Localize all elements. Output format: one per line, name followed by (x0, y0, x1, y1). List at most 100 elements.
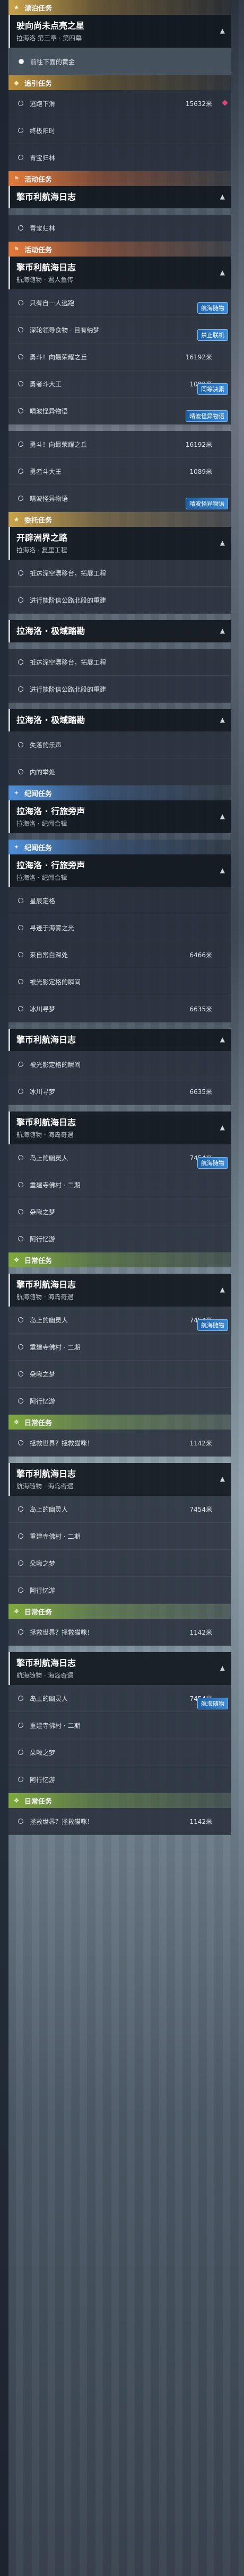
quest-header[interactable]: 驶向尚未点亮之星 拉海洛 第三章 · 第四幕 ▲ (8, 15, 231, 48)
objective-row[interactable]: 冰川寻梦 6635米 (8, 995, 231, 1022)
objective-row[interactable]: 重建寺佛村 · 二期 (8, 1334, 231, 1361)
objective-row[interactable]: 来自常白深处 6466米 (8, 941, 231, 968)
quest-header[interactable]: 擎币利航海日志 航海随物 · 海岛奇遇 ▲ (8, 1463, 231, 1496)
quest-header[interactable]: 擎币利航海日志 航海随物 · 海岛奇遇 ▲ (8, 1111, 231, 1144)
book-icon: ✦ (13, 843, 20, 851)
event-badge: 晴波怪异物语 (186, 410, 228, 422)
objective-row[interactable]: 岛上的幽灵人 7454米 (8, 1496, 231, 1523)
objective-row[interactable]: 前往下面的黄金 (8, 48, 231, 75)
objective-row[interactable]: 勇斗！向最荣耀之丘 16192米 (8, 343, 231, 370)
objective-row[interactable]: 逃跑下滑 15632米 (8, 90, 231, 117)
category-label: 日常任务 (24, 1419, 53, 1427)
objective-row[interactable]: 终极阳时 (8, 117, 231, 144)
objective-row[interactable]: 进行能阶信公路北段的重建 (8, 587, 231, 614)
objective-row[interactable]: 只有自一人逃跑 航海随物 (8, 289, 231, 316)
quest-header[interactable]: 拉海洛 · 极域踏勘 ▲ (8, 620, 231, 642)
category-header: ✦ 纪闻任务 (8, 786, 231, 800)
quest-header[interactable]: 擎币利航海日志 航海随物 · 海岛奇遇 ▲ (8, 1652, 231, 1685)
objective-label: 拯救世界？拯救猫咪！ (30, 1439, 94, 1447)
quest-title: 擎币利航海日志 (16, 1280, 76, 1290)
objective-row[interactable]: 岛上的幽灵人7454米航海随物 (8, 1144, 231, 1171)
objective-row[interactable]: 星辰定格 (8, 887, 231, 914)
radio-dot-icon (18, 442, 23, 447)
radio-dot-icon (18, 300, 23, 305)
leaf-icon: ❖ (13, 1608, 20, 1615)
objective-row[interactable]: 勇者斗大王 1089米 (8, 458, 231, 485)
radio-dot-icon (19, 59, 24, 64)
objective-label: 青宝归林 (30, 154, 56, 162)
radio-dot-icon (18, 1777, 23, 1782)
objective-row[interactable]: 青宝归林 (8, 215, 231, 242)
objective-label: 岛上的幽灵人 (30, 1695, 68, 1702)
radio-dot-icon (18, 1062, 23, 1067)
leaf-icon: ❖ (13, 1418, 20, 1426)
objective-row[interactable]: 深轮领导食物 · 目有纳梦 禁止联机 (8, 316, 231, 343)
objective-label: 岛上的幽灵人 (30, 1154, 68, 1162)
objective-row[interactable]: 抵达深空漂移台，拓展工程 (8, 560, 231, 587)
category-label: 日常任务 (24, 1797, 53, 1806)
objective-row[interactable]: 阿行忆游 (8, 1225, 231, 1252)
objective-row[interactable]: 拯救世界？拯救猫咪！ 1142米 (8, 1619, 231, 1646)
objective-label: 阿行忆游 (30, 1586, 56, 1594)
objective-row[interactable]: 阿行忆游 (8, 1766, 231, 1793)
objective-row[interactable]: 拯救世界？拯救猫咪！ 1142米 (8, 1808, 231, 1835)
objective-row[interactable]: 被光影定格的瞬间 (8, 968, 231, 995)
radio-dot-icon (18, 925, 23, 930)
objective-row[interactable]: 朵啾之梦 (8, 1550, 231, 1577)
objective-row[interactable]: 被光影定格的瞬间 (8, 1051, 231, 1078)
quest-header[interactable]: 擎币利航海日志 航海随物 · 海岛奇遇 ▲ (8, 1274, 231, 1307)
radio-dot-icon (18, 496, 23, 501)
objective-row[interactable]: 重建寺佛村 · 二期 (8, 1171, 231, 1198)
objective-row[interactable]: 抵达深空漂移台，拓展工程 (8, 649, 231, 676)
quest-header[interactable]: 开辟洲界之路 拉海洛 · 复里工程 ▲ (8, 527, 231, 560)
quest-header[interactable]: 拉海洛 · 极域踏勘 ▲ (8, 709, 231, 731)
objective-label: 朵啾之梦 (30, 1208, 56, 1216)
chevron-up-icon: ▲ (220, 1124, 225, 1131)
objective-label: 重建寺佛村 · 二期 (30, 1532, 81, 1540)
objective-row[interactable]: 内的举处 (8, 758, 231, 786)
quest-title: 驶向尚未点亮之星 (16, 21, 85, 31)
objective-row[interactable]: 重建寺佛村 · 二期 (8, 1523, 231, 1550)
quest-header[interactable]: 拉海洛 · 行旅旁声 拉海洛 · 纪闻合辑 ▲ (8, 800, 231, 833)
quest-header[interactable]: 擎币利航海日志 ▲ (8, 1029, 231, 1051)
objective-row[interactable]: 阿行忆游 (8, 1577, 231, 1604)
radio-dot-icon (18, 381, 23, 386)
objective-label: 星辰定格 (30, 897, 56, 905)
objective-row[interactable]: 朵啾之梦 (8, 1739, 231, 1766)
quest-header[interactable]: 擎币利航海日志 航海随物 · 君人鱼传 ▲ (8, 257, 231, 289)
objective-label: 阿行忆游 (30, 1397, 56, 1405)
objective-row[interactable]: 进行能阶信公路北段的重建 (8, 676, 231, 703)
objective-distance: 16192米 (185, 440, 212, 448)
objective-row[interactable]: 寻迹于海雾之光 (8, 914, 231, 941)
objective-row[interactable]: 朵啾之梦 (8, 1198, 231, 1225)
quest-title: 擎币利航海日志 (16, 1035, 76, 1045)
category-header: ⚑ 活动任务 (8, 171, 231, 186)
leaf-icon: ❖ (13, 1797, 20, 1804)
objective-row[interactable]: 失落的乐声 (8, 731, 231, 758)
objective-row[interactable]: 勇斗！向最荣耀之丘 16192米 (8, 431, 231, 458)
radio-dot-icon (18, 1236, 23, 1241)
objective-row[interactable]: 岛上的幽灵人7454米航海随物 (8, 1685, 231, 1712)
objective-row[interactable]: 岛上的幽灵人7454米航海随物 (8, 1307, 231, 1334)
quest-header[interactable]: 拉海洛 · 行旅旁声 拉海洛 · 纪闻合辑 ▲ (8, 854, 231, 887)
objective-row[interactable]: 青宝归林 (8, 144, 231, 171)
category-label: 纪闻任务 (24, 844, 53, 852)
quest-subtitle: 航海随物 · 海岛奇遇 (16, 1672, 74, 1679)
objective-row[interactable]: 重建寺佛村 · 二期 (8, 1712, 231, 1739)
objective-row[interactable]: 阿行忆游 (8, 1388, 231, 1415)
quest-subtitle: 拉海洛 第三章 · 第四幕 (16, 34, 82, 42)
radio-dot-icon (18, 898, 23, 903)
objective-row[interactable]: 朵啾之梦 (8, 1361, 231, 1388)
quest-title: 拉海洛 · 极域踏勘 (16, 715, 85, 725)
objective-row[interactable]: 冰川寻梦 6635米 (8, 1078, 231, 1105)
quest-header[interactable]: 擎币利航海日志 ▲ (8, 186, 231, 208)
objective-row[interactable]: 勇者斗大王1089米同等决素 (8, 370, 231, 398)
quest-subtitle: 航海随物 · 海岛奇遇 (16, 1131, 74, 1139)
objective-row[interactable]: 拯救世界？拯救猫咪！ 1142米 (8, 1430, 231, 1457)
objective-label: 拯救世界？拯救猫咪！ (30, 1818, 94, 1825)
objective-row[interactable]: 晴波怪异物语 晴波怪异物语 (8, 398, 231, 425)
objective-row[interactable]: 晴波怪异物语 晴波怪异物语 (8, 485, 231, 512)
radio-dot-icon (18, 101, 23, 106)
objective-label: 被光影定格的瞬间 (30, 978, 81, 986)
chevron-up-icon: ▲ (220, 1036, 225, 1043)
